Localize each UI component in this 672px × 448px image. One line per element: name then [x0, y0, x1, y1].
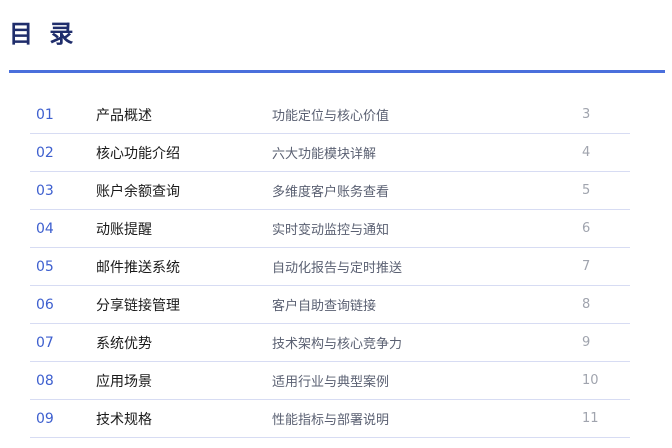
- toc-description: 自动化报告与定时推送: [272, 261, 403, 276]
- toc-row[interactable]: 07 系统优势 技术架构与核心竞争力 9: [30, 324, 630, 362]
- toc-number: 03: [36, 182, 54, 199]
- toc-row[interactable]: 05 邮件推送系统 自动化报告与定时推送 7: [30, 248, 630, 286]
- toc-page-number: 9: [582, 335, 591, 350]
- toc-row[interactable]: 04 动账提醒 实时变动监控与通知 6: [30, 210, 630, 248]
- toc-page-number: 6: [582, 221, 591, 236]
- toc-page-number: 3: [582, 107, 591, 122]
- toc-page-number: 10: [582, 373, 599, 388]
- toc-description: 性能指标与部署说明: [272, 413, 390, 428]
- toc-section-name: 技术规格: [96, 411, 152, 428]
- toc-number: 06: [36, 296, 54, 313]
- toc-description: 实时变动监控与通知: [272, 223, 390, 238]
- toc-number: 04: [36, 220, 54, 237]
- toc-description: 技术架构与核心竞争力: [272, 337, 403, 352]
- toc-description: 六大功能模块详解: [272, 147, 377, 162]
- toc-number: 01: [36, 106, 54, 123]
- toc-section-name: 核心功能介绍: [96, 145, 180, 162]
- toc-row[interactable]: 09 技术规格 性能指标与部署说明 11: [30, 400, 630, 438]
- toc-description: 适用行业与典型案例: [272, 375, 390, 390]
- toc-list: 01 产品概述 功能定位与核心价值 3 02 核心功能介绍 六大功能模块详解 4…: [30, 96, 630, 438]
- toc-description: 客户自助查询链接: [272, 299, 377, 314]
- toc-number: 09: [36, 410, 54, 427]
- toc-number: 08: [36, 372, 54, 389]
- toc-section-name: 系统优势: [96, 335, 152, 352]
- toc-description: 多维度客户账务查看: [272, 185, 390, 200]
- toc-row[interactable]: 02 核心功能介绍 六大功能模块详解 4: [30, 134, 630, 172]
- toc-number: 07: [36, 334, 54, 351]
- toc-page-number: 11: [582, 411, 599, 426]
- toc-number: 05: [36, 258, 54, 275]
- toc-section-name: 分享链接管理: [96, 297, 180, 314]
- toc-section-name: 动账提醒: [96, 221, 152, 238]
- toc-section-name: 账户余额查询: [96, 183, 180, 200]
- toc-page-number: 7: [582, 259, 591, 274]
- toc-section-name: 应用场景: [96, 373, 152, 390]
- toc-page-number: 4: [582, 145, 591, 160]
- toc-number: 02: [36, 144, 54, 161]
- toc-row[interactable]: 03 账户余额查询 多维度客户账务查看 5: [30, 172, 630, 210]
- toc-row[interactable]: 01 产品概述 功能定位与核心价值 3: [30, 96, 630, 134]
- toc-row[interactable]: 08 应用场景 适用行业与典型案例 10: [30, 362, 630, 400]
- toc-page-number: 5: [582, 183, 591, 198]
- toc-page-number: 8: [582, 297, 591, 312]
- toc-section-name: 产品概述: [96, 107, 152, 124]
- toc-row[interactable]: 06 分享链接管理 客户自助查询链接 8: [30, 286, 630, 324]
- toc-section-name: 邮件推送系统: [96, 259, 180, 276]
- toc-description: 功能定位与核心价值: [272, 109, 390, 124]
- title-divider: [9, 70, 665, 73]
- page-title: 目 录: [9, 20, 78, 48]
